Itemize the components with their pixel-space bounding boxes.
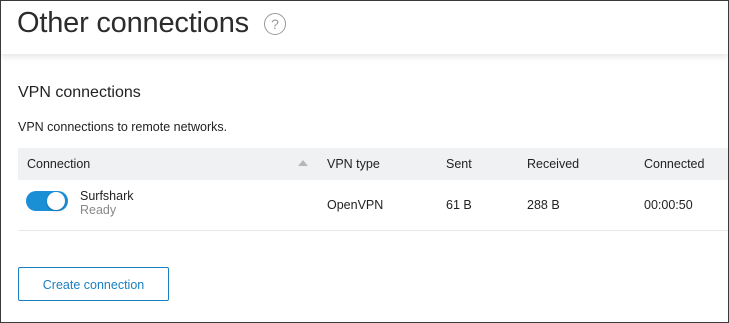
- cell-received: 288 B: [527, 198, 560, 212]
- create-connection-button[interactable]: Create connection: [18, 267, 169, 301]
- column-header-sent[interactable]: Sent: [446, 148, 472, 180]
- cell-sent: 61 B: [446, 198, 472, 212]
- cell-connected: 00:00:50: [644, 198, 693, 212]
- connection-name[interactable]: Surfshark: [80, 189, 134, 203]
- section-title: VPN connections: [18, 84, 141, 101]
- column-header-received[interactable]: Received: [527, 148, 579, 180]
- column-header-connection[interactable]: Connection: [27, 148, 90, 180]
- section-description: VPN connections to remote networks.: [18, 120, 228, 134]
- table-row: Surfshark Ready OpenVPN 61 B 288 B 00:00…: [18, 180, 728, 231]
- table-header: Connection VPN type Sent Received Connec…: [18, 148, 728, 180]
- cell-vpn-type: OpenVPN: [327, 198, 384, 212]
- main-content: VPN connections VPN connections to remot…: [1, 54, 728, 322]
- page-title: Other connections: [17, 7, 249, 39]
- column-header-connected[interactable]: Connected: [644, 148, 704, 180]
- help-icon[interactable]: ?: [264, 13, 286, 35]
- toggle-knob: [47, 192, 65, 210]
- sort-ascending-icon[interactable]: [298, 160, 308, 166]
- window-frame: Other connections ? VPN connections VPN …: [0, 0, 729, 323]
- page-header: Other connections ?: [1, 1, 728, 54]
- connection-toggle[interactable]: [26, 191, 68, 211]
- connection-status: Ready: [80, 203, 117, 217]
- column-header-vpn-type[interactable]: VPN type: [327, 148, 380, 180]
